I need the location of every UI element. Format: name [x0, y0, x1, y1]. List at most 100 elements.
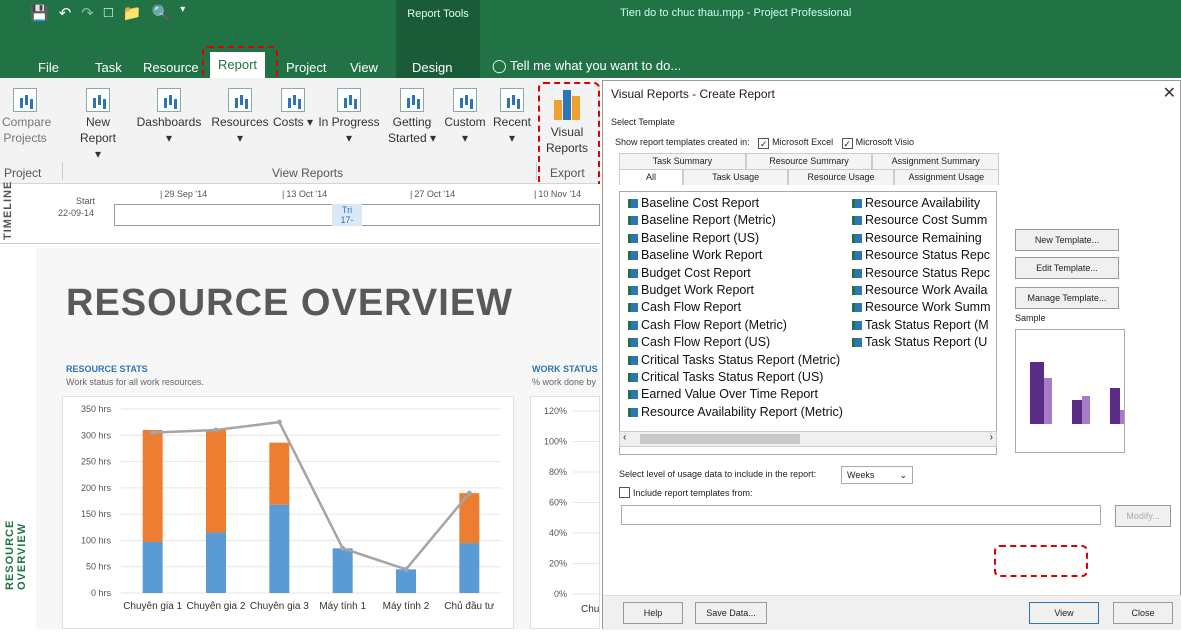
template-item[interactable]: Resource Status Repc: [852, 266, 994, 280]
template-item[interactable]: Resource Availability: [852, 196, 994, 210]
tab-resource[interactable]: Resource: [143, 58, 199, 78]
template-item[interactable]: Resource Remaining: [852, 231, 994, 245]
y-tick-label: 100 hrs: [81, 535, 112, 545]
template-item[interactable]: Baseline Work Report: [628, 248, 850, 262]
open-folder-icon[interactable]: 📁: [123, 4, 142, 22]
manage-template-button[interactable]: Manage Template...: [1015, 287, 1119, 309]
save-data-button[interactable]: Save Data...: [695, 602, 767, 624]
work-status-chart[interactable]: 120% 100% 80% 60% 40% 20% 0% Chu: [530, 396, 601, 629]
in-progress-label: In Progress ▾: [318, 115, 380, 145]
scrollbar-thumb[interactable]: [640, 434, 800, 444]
tab-all[interactable]: All: [619, 169, 683, 185]
template-item[interactable]: Earned Value Over Time Report: [628, 387, 850, 401]
customize-qat-icon[interactable]: ▾: [180, 4, 185, 22]
resource-stats-subtitle: Work status for all work resources.: [66, 377, 204, 387]
x-tick-label: Chuyên gia 1: [123, 601, 182, 612]
template-item[interactable]: Resource Cost Summ: [852, 213, 994, 227]
include-templates-checkbox[interactable]: [619, 487, 630, 498]
group-project-label: Project: [4, 166, 42, 180]
dashboards-icon: [157, 88, 181, 112]
close-button[interactable]: Close: [1113, 602, 1173, 624]
tab-resource-usage[interactable]: Resource Usage: [788, 169, 894, 185]
tab-file[interactable]: File: [38, 58, 59, 78]
scroll-left-icon[interactable]: ‹: [623, 432, 626, 443]
template-list[interactable]: Baseline Cost Report Baseline Report (Met…: [619, 191, 997, 455]
chevron-down-icon: ⌄: [899, 470, 907, 480]
template-item[interactable]: Baseline Report (Metric): [628, 213, 850, 227]
redo-icon[interactable]: ↷: [81, 4, 94, 22]
quick-access-toolbar: 💾 ↶ ↷ □ 📁 🔍 ▾: [30, 4, 185, 22]
help-button[interactable]: Help: [623, 602, 683, 624]
recent-button[interactable]: Recent ▾: [490, 84, 534, 146]
resources-icon: [228, 88, 252, 112]
template-item[interactable]: Cash Flow Report (US): [628, 335, 850, 349]
tab-task-usage[interactable]: Task Usage: [683, 169, 789, 185]
compare-projects-button[interactable]: Compare Projects: [2, 84, 51, 146]
y-tick-label: 20%: [549, 559, 567, 569]
x-tick-label: Chuyên gia 3: [250, 601, 309, 612]
timeline-start-date: 22-09-14: [58, 208, 95, 218]
recent-label: Recent ▾: [492, 115, 532, 145]
costs-button[interactable]: Costs ▾: [272, 84, 314, 130]
title-bar: 💾 ↶ ↷ □ 📁 🔍 ▾ Report Tools Tien do to ch…: [0, 0, 1181, 28]
tab-design[interactable]: Design: [412, 58, 452, 78]
tab-resource-summary[interactable]: Resource Summary: [745, 153, 873, 169]
dashboards-label: Dashboards ▾: [136, 115, 202, 145]
template-item[interactable]: Task Status Report (U: [852, 335, 994, 349]
save-icon[interactable]: 💾: [30, 4, 49, 22]
template-item[interactable]: Resource Work Summ: [852, 300, 994, 314]
template-item[interactable]: Cash Flow Report: [628, 300, 850, 314]
template-item[interactable]: Budget Cost Report: [628, 266, 850, 280]
x-tick-label: Máy tính 1: [319, 601, 366, 612]
new-file-icon[interactable]: □: [104, 4, 113, 22]
tab-task-summary[interactable]: Task Summary: [619, 153, 746, 169]
resources-button[interactable]: Resources ▾: [208, 84, 272, 146]
edit-template-button[interactable]: Edit Template...: [1015, 257, 1119, 279]
costs-label: Costs ▾: [272, 115, 314, 129]
visio-checkbox[interactable]: ✓: [841, 138, 853, 149]
y-tick-label: 250 hrs: [81, 457, 112, 467]
template-item[interactable]: Resource Availability Report (Metric): [628, 405, 850, 419]
template-path-input[interactable]: [621, 505, 1101, 525]
template-item[interactable]: Critical Tasks Status Report (US): [628, 370, 850, 384]
tab-assignment-summary[interactable]: Assignment Summary: [872, 153, 1000, 169]
template-item[interactable]: Budget Work Report: [628, 283, 850, 297]
close-icon[interactable]: ✕: [1163, 83, 1176, 103]
undo-icon[interactable]: ↶: [59, 4, 72, 22]
tab-task[interactable]: Task: [95, 58, 122, 78]
print-preview-icon[interactable]: 🔍: [152, 4, 171, 22]
template-item[interactable]: Resource Status Repc: [852, 248, 994, 262]
view-button[interactable]: View: [1029, 602, 1099, 624]
scroll-right-icon[interactable]: ›: [990, 432, 993, 443]
y-tick-label: 0%: [554, 589, 567, 599]
compare-projects-icon: [13, 88, 37, 112]
template-list-scrollbar[interactable]: ‹ ›: [619, 431, 997, 447]
template-item[interactable]: Critical Tasks Status Report (Metric): [628, 353, 850, 367]
template-item[interactable]: Baseline Cost Report: [628, 196, 850, 210]
new-template-button[interactable]: New Template...: [1015, 229, 1119, 251]
excel-checkbox[interactable]: ✓: [758, 138, 770, 149]
excel-checkbox-label: Microsoft Excel: [772, 137, 834, 147]
show-templates-row: Show report templates created in: ✓ Micro…: [615, 137, 914, 149]
bar-blue: [459, 543, 480, 593]
timeline-today-marker: Tri 17-: [332, 204, 362, 226]
template-item[interactable]: Cash Flow Report (Metric): [628, 318, 850, 332]
template-item[interactable]: Baseline Report (US): [628, 231, 850, 245]
resource-stats-chart[interactable]: 350 hrs 300 hrs 250 hrs 200 hrs 150 hrs 100 h…: [62, 396, 514, 629]
template-item[interactable]: Resource Work Availa: [852, 283, 994, 297]
usage-level-value: Weeks: [847, 470, 875, 480]
custom-button[interactable]: Custom ▾: [440, 84, 490, 146]
new-report-button[interactable]: New Report ▾: [76, 84, 120, 162]
tab-project[interactable]: Project: [286, 58, 326, 78]
in-progress-button[interactable]: In Progress ▾: [314, 84, 384, 146]
tell-me-search[interactable]: ◯ Tell me what you want to do...: [492, 58, 681, 74]
template-item[interactable]: Task Status Report (M: [852, 318, 994, 332]
dashboards-button[interactable]: Dashboards ▾: [132, 84, 206, 146]
usage-level-select[interactable]: Weeks ⌄: [841, 466, 913, 484]
tab-view[interactable]: View: [350, 58, 378, 78]
new-report-icon: [86, 88, 110, 112]
y-tick-label: 50 hrs: [86, 562, 112, 572]
tab-assignment-usage[interactable]: Assignment Usage: [893, 169, 999, 185]
getting-started-button[interactable]: Getting Started ▾: [386, 84, 438, 146]
modify-button[interactable]: Modify...: [1115, 505, 1171, 527]
